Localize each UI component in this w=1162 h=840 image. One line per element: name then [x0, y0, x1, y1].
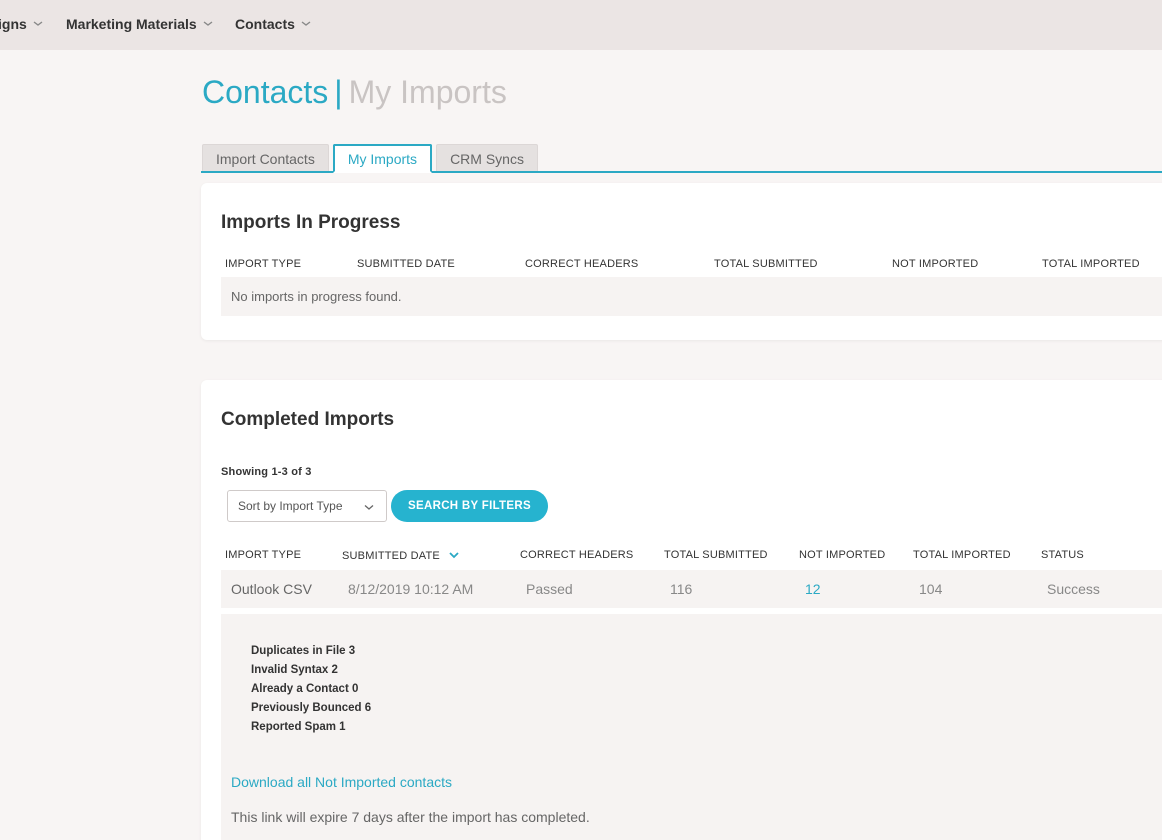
chevron-down-icon	[301, 18, 311, 28]
column-header-correct-headers[interactable]: CORRECT HEADERS	[520, 549, 633, 561]
completed-imports-title: Completed Imports	[221, 409, 395, 430]
empty-state-row: No imports in progress found.	[221, 277, 1162, 316]
tab-my-imports[interactable]: My Imports	[332, 144, 433, 173]
nav-item-label: igns	[0, 16, 27, 32]
tab-bar: Import Contacts My Imports CRM Syncs	[202, 144, 542, 173]
column-header-total-imported: TOTAL IMPORTED	[1042, 258, 1140, 270]
detail-invalid-syntax: Invalid Syntax 2	[251, 664, 338, 676]
sort-select-value: Sort by Import Type	[238, 499, 343, 513]
imports-in-progress-title: Imports In Progress	[221, 212, 401, 233]
import-details-panel: Duplicates in File 3 Invalid Syntax 2 Al…	[221, 614, 1162, 840]
column-header-total-submitted[interactable]: TOTAL SUBMITTED	[664, 549, 768, 561]
link-expiry-note: This link will expire 7 days after the i…	[231, 809, 590, 825]
cell-import-type: Outlook CSV	[231, 581, 312, 597]
column-header-total-submitted: TOTAL SUBMITTED	[714, 258, 818, 270]
column-header-status[interactable]: STATUS	[1041, 549, 1084, 561]
detail-previously-bounced: Previously Bounced 6	[251, 702, 372, 714]
completed-imports-card: Completed Imports Showing 1-3 of 3 Sort …	[201, 380, 1162, 840]
cell-not-imported-link[interactable]: 12	[805, 581, 821, 597]
chevron-down-icon	[203, 18, 213, 28]
page-title-separator: |	[334, 74, 343, 110]
cell-correct-headers: Passed	[526, 581, 573, 597]
column-header-label: SUBMITTED DATE	[342, 550, 440, 562]
showing-count: Showing 1-3 of 3	[221, 466, 312, 478]
cell-total-imported: 104	[919, 581, 943, 597]
detail-reported-spam: Reported Spam 1	[251, 721, 346, 733]
download-not-imported-link[interactable]: Download all Not Imported contacts	[231, 774, 452, 790]
column-header-not-imported[interactable]: NOT IMPORTED	[799, 549, 885, 561]
page-title-secondary: My Imports	[348, 74, 507, 110]
page-title-primary: Contacts	[202, 74, 329, 110]
tab-crm-syncs[interactable]: CRM Syncs	[436, 144, 538, 172]
nav-item-label: Contacts	[235, 16, 295, 32]
table-row[interactable]: Outlook CSV 8/12/2019 10:12 AM Passed 11…	[221, 570, 1162, 608]
cell-total-submitted: 116	[670, 581, 693, 597]
column-header-submitted-date[interactable]: SUBMITTED DATE	[342, 549, 459, 562]
column-header-import-type: IMPORT TYPE	[225, 258, 302, 270]
nav-item-label: Marketing Materials	[66, 16, 197, 32]
nav-item-contacts[interactable]: Contacts	[235, 16, 311, 32]
sort-select[interactable]: Sort by Import Type	[227, 490, 387, 522]
column-header-submitted-date: SUBMITTED DATE	[357, 258, 455, 270]
page-title: Contacts | My Imports	[202, 74, 507, 111]
cell-status: Success	[1047, 581, 1100, 597]
nav-item-campaigns[interactable]: igns	[0, 16, 43, 32]
column-header-import-type[interactable]: IMPORT TYPE	[225, 549, 301, 561]
nav-item-marketing-materials[interactable]: Marketing Materials	[66, 16, 213, 32]
column-header-total-imported[interactable]: TOTAL IMPORTED	[913, 549, 1011, 561]
tab-import-contacts[interactable]: Import Contacts	[202, 144, 329, 172]
search-by-filters-button[interactable]: SEARCH BY FILTERS	[391, 490, 548, 522]
top-nav: igns Marketing Materials Contacts	[0, 0, 1162, 50]
column-header-not-imported: NOT IMPORTED	[892, 258, 979, 270]
column-header-correct-headers: CORRECT HEADERS	[525, 258, 639, 270]
detail-duplicates: Duplicates in File 3	[251, 645, 356, 657]
cell-submitted-date: 8/12/2019 10:12 AM	[348, 581, 474, 597]
chevron-down-icon	[33, 18, 43, 28]
sort-descending-icon	[449, 550, 459, 560]
chevron-down-icon	[364, 502, 374, 512]
detail-already-contact: Already a Contact 0	[251, 683, 359, 695]
imports-in-progress-card: Imports In Progress IMPORT TYPE SUBMITTE…	[201, 183, 1162, 340]
